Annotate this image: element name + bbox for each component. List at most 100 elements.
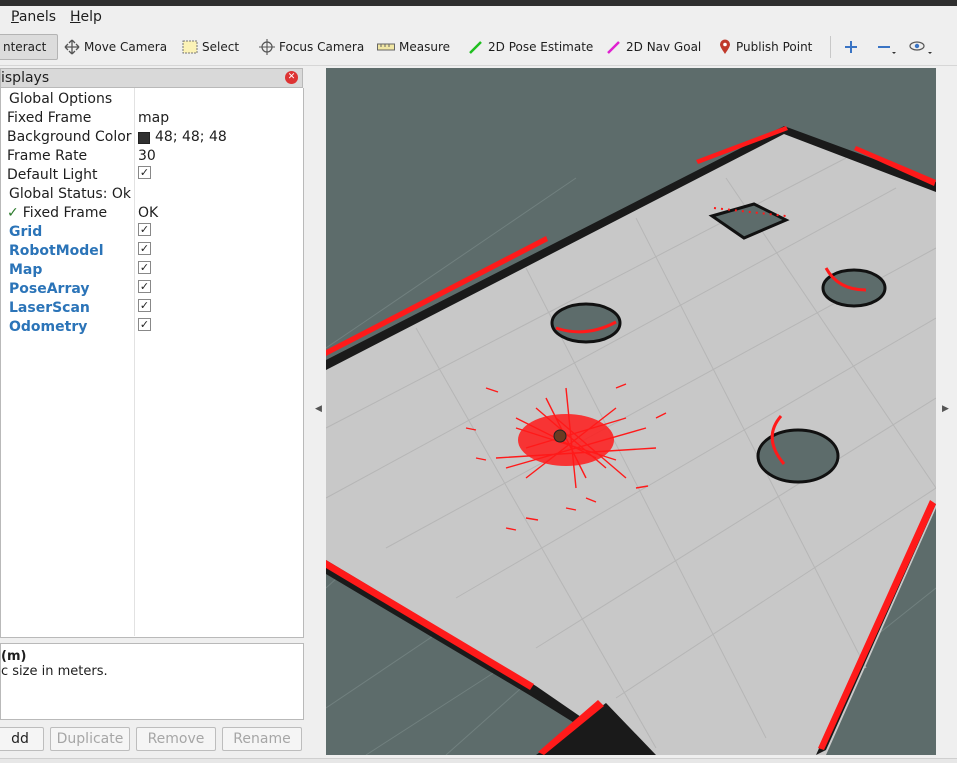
menu-help-mnemonic: H: [70, 9, 81, 25]
displays-panel-header: isplays ✕: [0, 68, 303, 88]
color-swatch[interactable]: [138, 131, 150, 144]
default-light-label: Default Light: [7, 167, 98, 183]
display-row-robotmodel[interactable]: RobotModel ✓: [1, 242, 303, 261]
add-button[interactable]: dd: [0, 727, 44, 751]
display-label-robotmodel: RobotModel: [9, 243, 104, 259]
rename-button[interactable]: Rename: [222, 727, 302, 751]
move-camera-tool[interactable]: Move Camera: [60, 34, 171, 60]
posearray-checkbox[interactable]: ✓: [138, 280, 151, 293]
display-label-grid: Grid: [9, 224, 43, 240]
plus-icon: [845, 41, 857, 53]
menu-help[interactable]: Help: [70, 9, 102, 25]
tree-row-fixed-frame[interactable]: Fixed Frame map: [1, 109, 303, 128]
3d-render-viewport[interactable]: [326, 68, 936, 755]
publish-point-label: Publish Point: [736, 40, 813, 54]
display-row-laserscan[interactable]: LaserScan ✓: [1, 299, 303, 318]
tool-bar: nteract Move Camera Select Focus Camera …: [0, 28, 957, 66]
menu-panels-label: anels: [18, 9, 57, 25]
default-light-checkbox[interactable]: ✓: [138, 166, 151, 179]
focus-camera-label: Focus Camera: [279, 40, 365, 54]
toolbar-separator: [830, 36, 831, 58]
grid-checkbox[interactable]: ✓: [138, 223, 151, 236]
status-fixed-frame-value: OK: [138, 205, 159, 221]
global-status-label: Global Status: Ok: [9, 186, 132, 202]
tree-row-default-light[interactable]: Default Light ✓: [1, 166, 303, 185]
select-tool[interactable]: Select: [178, 34, 243, 60]
menu-help-label: elp: [80, 9, 102, 25]
magenta-arrow-icon: [607, 41, 620, 54]
measure-tool[interactable]: Measure: [373, 34, 454, 60]
move-camera-label: Move Camera: [84, 40, 168, 54]
add-button-label: dd: [11, 731, 29, 747]
remove-button[interactable]: Remove: [136, 727, 216, 751]
nav-goal-label: 2D Nav Goal: [626, 40, 702, 54]
displays-title: isplays: [1, 70, 50, 86]
ruler-icon: [377, 43, 395, 51]
interact-label: nteract: [3, 40, 47, 54]
description-text: c size in meters.: [1, 664, 108, 679]
menu-bar: Panels Help: [0, 6, 957, 28]
robotmodel-checkbox[interactable]: ✓: [138, 242, 151, 255]
frame-rate-value[interactable]: 30: [138, 147, 156, 166]
status-fixed-frame-label: Fixed Frame: [22, 205, 108, 221]
tree-row-global-status[interactable]: Global Status: Ok: [1, 185, 303, 204]
display-row-grid[interactable]: Grid ✓: [1, 223, 303, 242]
pose-estimate-tool[interactable]: 2D Pose Estimate: [464, 34, 597, 60]
map-floor: [326, 126, 936, 755]
collapse-right-arrow-icon[interactable]: ▶: [942, 404, 949, 414]
laserscan-checkbox[interactable]: ✓: [138, 299, 151, 312]
description-title: (m): [1, 649, 27, 664]
display-label-laserscan: LaserScan: [9, 300, 90, 316]
tool-properties-button[interactable]: [904, 34, 938, 60]
measure-label: Measure: [399, 40, 450, 54]
displays-tree: Global Options Fixed Frame map Backgroun…: [0, 88, 304, 638]
global-options-label: Global Options: [9, 91, 113, 107]
tree-row-frame-rate[interactable]: Frame Rate 30: [1, 147, 303, 166]
map-pin-icon: [720, 39, 730, 54]
menu-panels[interactable]: Panels: [11, 9, 56, 25]
remove-tool-button[interactable]: [872, 34, 902, 60]
frame-rate-label: Frame Rate: [7, 148, 88, 164]
fixed-frame-value[interactable]: map: [138, 109, 169, 128]
tree-row-global-options[interactable]: Global Options: [1, 90, 303, 109]
remove-button-label: Remove: [147, 731, 205, 747]
select-label: Select: [202, 40, 240, 54]
displays-panel: isplays ✕ Global Options Fixed Frame map…: [0, 68, 305, 758]
property-description: (m) c size in meters.: [0, 643, 304, 720]
nav-goal-tool[interactable]: 2D Nav Goal: [602, 34, 705, 60]
map-checkbox[interactable]: ✓: [138, 261, 151, 274]
obstacle-cylinder-1: [550, 302, 622, 344]
focus-camera-icon: [259, 39, 275, 55]
status-bar: [0, 758, 957, 763]
menu-panels-mnemonic: P: [11, 9, 19, 25]
fixed-frame-label: Fixed Frame: [7, 110, 92, 126]
eye-icon: [909, 41, 932, 54]
minus-icon: [878, 46, 896, 54]
odometry-checkbox[interactable]: ✓: [138, 318, 151, 331]
close-icon[interactable]: ✕: [285, 71, 298, 84]
add-tool-button[interactable]: [840, 34, 862, 60]
interact-tool[interactable]: nteract: [0, 34, 58, 60]
tree-row-status-fixed-frame[interactable]: ✓ Fixed Frame OK: [1, 204, 303, 223]
background-color-value[interactable]: 48; 48; 48: [155, 128, 227, 147]
pose-array-core: [518, 414, 614, 466]
select-icon: [182, 40, 198, 54]
collapse-left-arrow-icon[interactable]: ◀: [315, 404, 322, 414]
rename-button-label: Rename: [233, 731, 291, 747]
move-camera-icon: [64, 39, 80, 55]
display-row-odometry[interactable]: Odometry ✓: [1, 318, 303, 337]
pose-estimate-label: 2D Pose Estimate: [488, 40, 594, 54]
display-row-map[interactable]: Map ✓: [1, 261, 303, 280]
display-label-odometry: Odometry: [9, 319, 88, 335]
duplicate-button-label: Duplicate: [56, 731, 124, 747]
focus-camera-tool[interactable]: Focus Camera: [255, 34, 368, 60]
obstacle-cylinder-3: [756, 428, 840, 484]
display-label-posearray: PoseArray: [9, 281, 90, 297]
display-row-posearray[interactable]: PoseArray ✓: [1, 280, 303, 299]
robot-model: [553, 429, 567, 443]
display-label-map: Map: [9, 262, 43, 278]
tree-row-background-color[interactable]: Background Color 48; 48; 48: [1, 128, 303, 147]
background-color-label: Background Color: [7, 129, 132, 145]
duplicate-button[interactable]: Duplicate: [50, 727, 130, 751]
publish-point-tool[interactable]: Publish Point: [714, 34, 816, 60]
